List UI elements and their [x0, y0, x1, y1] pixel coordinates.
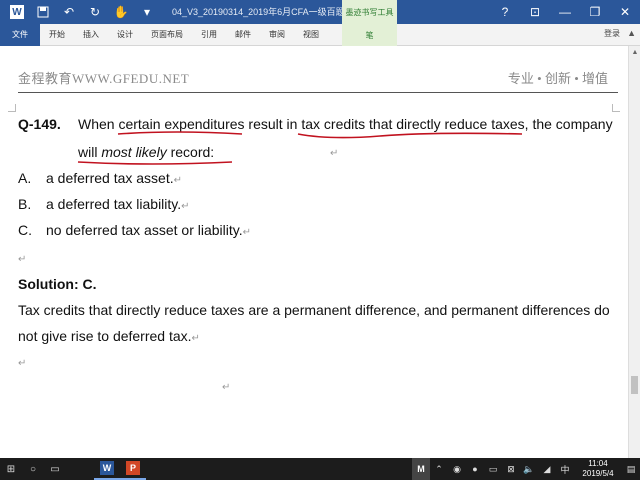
option-letter: B.	[18, 196, 32, 212]
scroll-thumb[interactable]	[631, 376, 638, 394]
tab-insert[interactable]: 插入	[74, 24, 108, 46]
taskbar: ⊞ ○ ▭ W P M ⌃ ◉ ● ▭ ⊠ 🔈 ◢ 中 11:04 2019/5…	[0, 458, 640, 480]
margin-corner-mark	[8, 104, 16, 112]
customize-qat-icon[interactable]: ▾	[134, 0, 160, 24]
clock-time: 11:04	[588, 459, 608, 468]
ribbon-tabs: 文件 开始 插入 设计 页面布局 引用 邮件 审阅 视图 笔 登录 ▲	[0, 23, 640, 46]
tab-home[interactable]: 开始	[40, 24, 74, 46]
option-b: B. a deferred tax liability.↵	[18, 196, 190, 212]
title-bar: W ↶ ↻ ✋ ▾ 04_V3_20190314_2019年6月CFA一级百题预…	[0, 0, 640, 24]
wifi-icon[interactable]: ◢	[538, 458, 556, 480]
touch-mode-icon[interactable]: ✋	[108, 0, 134, 24]
quick-access-toolbar: W ↶ ↻ ✋ ▾	[0, 0, 160, 24]
record-icon[interactable]: ●	[466, 458, 484, 480]
restore-button[interactable]: ❐	[580, 0, 610, 24]
save-icon[interactable]	[30, 0, 56, 24]
undo-icon[interactable]: ↶	[56, 0, 82, 24]
clock[interactable]: 11:04 2019/5/4	[574, 459, 622, 479]
network-icon[interactable]: ⊠	[502, 458, 520, 480]
tab-review[interactable]: 审阅	[260, 24, 294, 46]
tab-mailings[interactable]: 邮件	[226, 24, 260, 46]
system-tray: M ⌃ ◉ ● ▭ ⊠ 🔈 ◢ 中 11:04 2019/5/4 ▤	[412, 458, 640, 480]
window-controls: ? ⊡ — ❐ ✕	[490, 0, 640, 24]
ink-underline-certain-expenditures	[117, 131, 243, 135]
option-text: a deferred tax asset.	[46, 170, 174, 186]
tab-design[interactable]: 设计	[108, 24, 142, 46]
ime-icon[interactable]: M	[412, 458, 430, 480]
help-button[interactable]: ?	[490, 0, 520, 24]
collapse-ribbon-icon[interactable]: ▲	[627, 28, 636, 38]
paragraph-mark: ↵	[330, 148, 339, 159]
ribbon-display-options-button[interactable]: ⊡	[520, 0, 550, 24]
tab-view[interactable]: 视图	[294, 24, 328, 46]
question-number: Q-149.	[18, 116, 61, 132]
close-button[interactable]: ✕	[610, 0, 640, 24]
option-letter: A.	[18, 170, 32, 186]
word-logo-icon: W	[4, 0, 30, 24]
header-slogan: 专业 • 创新 • 增值	[507, 71, 608, 86]
question-line-2: will most likely record:	[78, 144, 214, 160]
question-text-1: When certain expenditures result in tax …	[78, 116, 613, 132]
tab-pen[interactable]: 笔	[342, 24, 397, 46]
vertical-scrollbar[interactable]: ▲	[628, 46, 640, 458]
word-app-icon: W	[100, 461, 114, 475]
header-rule	[18, 92, 618, 93]
powerpoint-app-icon: P	[126, 461, 140, 475]
paragraph-mark: ↵	[18, 358, 27, 369]
volume-icon[interactable]: 🔈	[520, 458, 538, 480]
tab-references[interactable]: 引用	[192, 24, 226, 46]
input-language-icon[interactable]: 中	[556, 458, 574, 480]
search-icon[interactable]: ○	[22, 458, 44, 480]
explanation-text-2: not give rise to deferred tax.	[18, 328, 192, 344]
question-text-2-pre: will	[78, 144, 102, 160]
tab-file[interactable]: 文件	[0, 23, 40, 46]
battery-icon[interactable]: ▭	[484, 458, 502, 480]
document-title: 04_V3_20190314_2019年6月CFA一级百题预...	[172, 7, 362, 17]
explanation-line-2: not give rise to deferred tax.↵	[18, 328, 200, 344]
margin-corner-mark	[612, 104, 620, 112]
solution-label: Solution: C.	[18, 276, 97, 292]
option-a: A. a deferred tax asset.↵	[18, 170, 182, 186]
tray-overflow-icon[interactable]: ⌃	[430, 458, 448, 480]
tab-page-layout[interactable]: 页面布局	[142, 24, 192, 46]
paragraph-mark: ↵	[173, 175, 183, 186]
question-text-2-emphasis: most likely	[101, 144, 167, 160]
sign-in-link[interactable]: 登录	[604, 28, 620, 39]
minimize-button[interactable]: —	[550, 0, 580, 24]
powerpoint-taskbar-button[interactable]: P	[120, 458, 146, 480]
notification-icon[interactable]: ▤	[622, 458, 640, 480]
word-window: W ↶ ↻ ✋ ▾ 04_V3_20190314_2019年6月CFA一级百题预…	[0, 0, 640, 480]
explanation-line-1: Tax credits that directly reduce taxes a…	[18, 302, 610, 318]
ink-underline-will-most-likely-record	[77, 161, 233, 165]
paragraph-mark: ↵	[181, 201, 190, 212]
question-line-1: Q-149. When certain expenditures result i…	[18, 116, 613, 132]
clock-date: 2019/5/4	[582, 469, 614, 478]
header-brand: 金程教育WWW.GFEDU.NET	[18, 71, 190, 86]
ink-tools-context-header: 墨迹书写工具	[342, 0, 397, 24]
option-text: a deferred tax liability.	[46, 196, 182, 212]
question-text-2-post: record:	[166, 144, 215, 160]
option-letter: C.	[18, 222, 32, 238]
camera-icon[interactable]: ◉	[448, 458, 466, 480]
scroll-up-icon[interactable]: ▲	[629, 46, 640, 58]
word-taskbar-button[interactable]: W	[94, 458, 120, 480]
ink-underline-tax-credits	[297, 132, 523, 139]
paragraph-mark: ↵	[191, 333, 200, 344]
paragraph-mark: ↵	[18, 254, 27, 265]
ink-annotations	[77, 131, 523, 165]
option-text: no deferred tax asset or liability.	[46, 222, 243, 238]
start-icon[interactable]: ⊞	[0, 458, 22, 480]
option-c: C. no deferred tax asset or liability.↵	[18, 222, 251, 238]
document-page[interactable]: 金程教育WWW.GFEDU.NET 专业 • 创新 • 增值 Q-149. Whe…	[0, 46, 628, 458]
task-view-icon[interactable]: ▭	[44, 458, 66, 480]
redo-icon[interactable]: ↻	[82, 0, 108, 24]
paragraph-mark: ↵	[242, 227, 252, 238]
paragraph-mark: ↵	[222, 382, 231, 393]
